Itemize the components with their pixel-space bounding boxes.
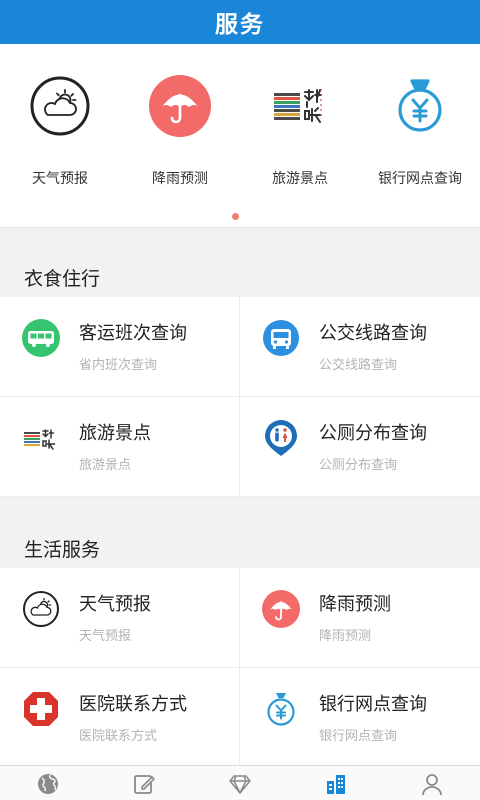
buildings-icon [327, 774, 345, 794]
person-icon [422, 773, 442, 795]
bottom-tab-bar [0, 765, 480, 800]
umbrella-icon [149, 75, 211, 137]
quick-access-row: 天气预报 降雨预测 旅游景点 银行网点查询 [0, 44, 480, 204]
toilet-location-icon [265, 420, 297, 456]
service-grid-travel: 客运班次查询 省内班次查询 公交线路查询 公交线路查询 旅游景点 旅游景点 公厕… [0, 297, 480, 497]
globe-icon [38, 773, 58, 794]
service-item-bus[interactable]: 公交线路查询 公交线路查询 [240, 297, 480, 397]
service-item-subtitle: 降雨预测 [319, 629, 372, 644]
pager-indicator [232, 213, 239, 220]
money-bag-icon [398, 79, 442, 132]
service-item-title: 旅游景点 [79, 423, 151, 444]
service-item-title: 公厕分布查询 [319, 423, 427, 444]
quick-item-scenic[interactable]: 旅游景点 [240, 44, 360, 204]
section-title-travel: 衣食住行 [24, 268, 101, 290]
service-item-title: 医院联系方式 [79, 694, 187, 715]
service-item-subtitle: 公交线路查询 [319, 358, 398, 373]
quick-item-label: 银行网点查询 [378, 171, 462, 187]
service-item-toilet[interactable]: 公厕分布查询 公厕分布查询 [240, 397, 480, 497]
edit-icon [134, 774, 155, 794]
quick-item-label: 降雨预测 [152, 171, 208, 187]
service-item-subtitle: 公厕分布查询 [319, 458, 398, 473]
tab-edit[interactable] [96, 766, 192, 800]
page-title: 服务 [215, 12, 265, 38]
tab-service[interactable] [288, 766, 384, 800]
weather-icon [30, 76, 90, 136]
service-item-bank[interactable]: 银行网点查询 银行网点查询 [240, 668, 480, 768]
section-title-life: 生活服务 [24, 539, 101, 561]
diamond-icon [229, 774, 251, 794]
service-item-hospital[interactable]: 医院联系方式 医院联系方式 [0, 668, 240, 768]
quick-item-rain[interactable]: 降雨预测 [120, 44, 240, 204]
quick-item-weather[interactable]: 天气预报 [0, 44, 120, 204]
tab-profile[interactable] [384, 766, 480, 800]
service-item-subtitle: 天气预报 [79, 629, 132, 644]
tab-globe[interactable] [0, 766, 96, 800]
header-bar: 服务 [0, 0, 480, 44]
weather-icon [23, 591, 59, 627]
city-bus-icon [263, 320, 299, 356]
service-item-title: 银行网点查询 [319, 694, 427, 715]
service-item-title: 天气预报 [79, 594, 151, 615]
service-item-weather[interactable]: 天气预报 天气预报 [0, 568, 240, 668]
money-bag-icon [267, 693, 295, 726]
scenic-spot-icon [274, 89, 322, 123]
service-item-title: 降雨预测 [319, 594, 391, 615]
service-item-subtitle: 银行网点查询 [319, 729, 398, 744]
quick-item-label: 旅游景点 [272, 171, 328, 187]
service-item-rain[interactable]: 降雨预测 降雨预测 [240, 568, 480, 668]
quick-item-label: 天气预报 [32, 171, 88, 187]
service-item-subtitle: 医院联系方式 [79, 729, 158, 744]
quick-item-bank[interactable]: 银行网点查询 [360, 44, 480, 204]
coach-bus-icon [22, 319, 60, 357]
service-item-title: 客运班次查询 [79, 323, 187, 344]
quick-access-panel: 天气预报 降雨预测 旅游景点 银行网点查询 [0, 44, 480, 228]
scenic-spot-icon [24, 429, 56, 450]
service-item-subtitle: 旅游景点 [79, 458, 132, 473]
tab-diamond[interactable] [192, 766, 288, 800]
umbrella-icon [262, 590, 300, 628]
service-item-subtitle: 省内班次查询 [79, 358, 158, 373]
service-item-scenic[interactable]: 旅游景点 旅游景点 [0, 397, 240, 497]
service-item-coach[interactable]: 客运班次查询 省内班次查询 [0, 297, 240, 397]
hospital-cross-icon [24, 692, 58, 726]
service-grid-life: 天气预报 天气预报 降雨预测 降雨预测 医院联系方式 医院联系方式 银行网点查询… [0, 568, 480, 768]
service-item-title: 公交线路查询 [319, 323, 427, 344]
